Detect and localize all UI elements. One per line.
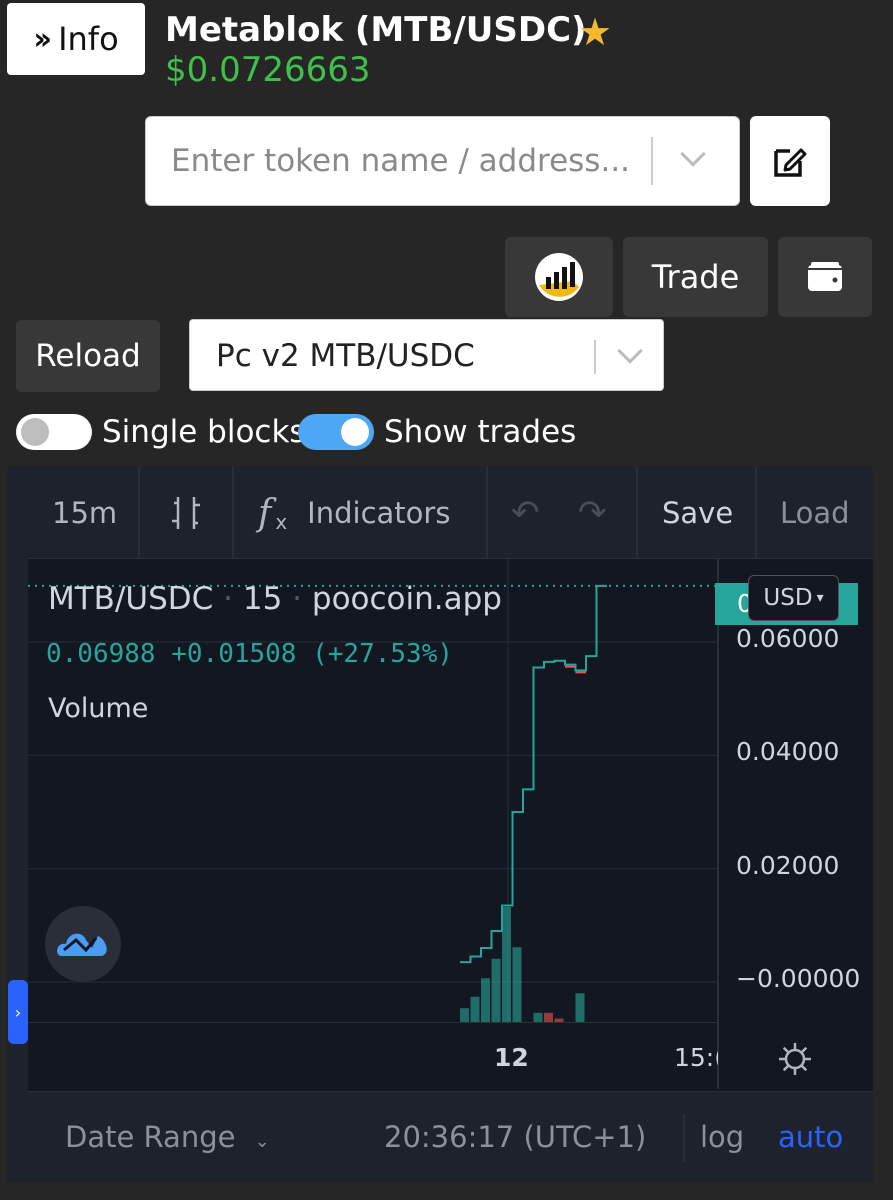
trading-chart[interactable]: 15m f x Indicators ↶ ↷ Save Load MTB/USD… bbox=[7, 467, 873, 1182]
chart-clock: 20:36:17 (UTC+1) bbox=[384, 1120, 647, 1154]
chart-bottom-bar: Date Range ⌄ 20:36:17 (UTC+1) log auto bbox=[28, 1091, 873, 1182]
volume-bar bbox=[470, 996, 480, 1022]
undo-icon[interactable]: ↶ bbox=[511, 467, 540, 559]
edit-icon bbox=[774, 148, 807, 177]
token-price: $0.0726663 bbox=[165, 50, 371, 90]
price-tick: 0.02000 bbox=[736, 851, 840, 880]
pair-select[interactable]: Pc v2 MTB/USDC bbox=[189, 319, 664, 391]
single-blocks-label: Single blocks bbox=[102, 414, 306, 450]
pair-select-value: Pc v2 MTB/USDC bbox=[216, 338, 475, 374]
settings-gear-icon[interactable] bbox=[775, 1039, 815, 1083]
time-tick: 15:( bbox=[674, 1043, 718, 1072]
legend-source: poocoin.app bbox=[311, 581, 502, 617]
time-axis: 12 15:( bbox=[28, 1022, 718, 1090]
volume-bar bbox=[491, 958, 501, 1022]
chevron-down-icon[interactable] bbox=[617, 338, 643, 364]
price-tick: 0.04000 bbox=[736, 737, 840, 766]
chevron-down-icon: ▾ bbox=[816, 590, 824, 606]
volume-bar bbox=[533, 1012, 543, 1022]
edit-button[interactable] bbox=[750, 116, 830, 206]
volume-legend: Volume bbox=[48, 693, 149, 724]
bottom-separator bbox=[683, 1114, 685, 1162]
chevron-down-icon[interactable] bbox=[680, 141, 706, 167]
double-chevron-right-icon: ›› bbox=[33, 21, 52, 57]
token-search-input[interactable] bbox=[146, 117, 646, 205]
wallet-icon bbox=[808, 262, 842, 291]
chart-plot-area[interactable]: MTB/USDC · 15 · poocoin.app 0.06988 +0.0… bbox=[28, 559, 873, 1089]
star-icon[interactable]: ★ bbox=[578, 10, 612, 54]
cloud-logo-icon bbox=[57, 933, 107, 956]
volume-bar bbox=[575, 993, 585, 1022]
show-trades-label: Show trades bbox=[384, 414, 577, 450]
bar-chart-logo-icon bbox=[535, 253, 583, 301]
wallet-button[interactable] bbox=[778, 237, 872, 317]
single-blocks-toggle[interactable] bbox=[16, 414, 92, 450]
info-label: Info bbox=[58, 20, 119, 58]
indicators-button[interactable]: f x Indicators bbox=[258, 467, 450, 559]
legend-change-pct: (+27.53%) bbox=[312, 639, 454, 669]
token-title: Metablok (MTB/USDC) bbox=[165, 10, 587, 50]
side-panel-handle[interactable]: › bbox=[8, 980, 28, 1044]
toolbar-separator bbox=[486, 467, 488, 559]
time-tick: 12 bbox=[494, 1043, 529, 1072]
indicators-label: Indicators bbox=[307, 496, 451, 530]
price-tick: 0.06000 bbox=[736, 624, 840, 653]
select-separator bbox=[594, 340, 596, 374]
function-icon: f bbox=[258, 492, 272, 534]
function-x-icon: x bbox=[275, 510, 288, 534]
select-separator bbox=[651, 137, 653, 185]
currency-label: USD bbox=[763, 585, 813, 611]
toolbar-separator bbox=[755, 467, 757, 559]
chart-legend-values: 0.06988 +0.01508 (+27.53%) bbox=[46, 639, 453, 669]
toggle-knob bbox=[21, 418, 49, 446]
reload-button[interactable]: Reload bbox=[16, 320, 160, 392]
toolbar-separator bbox=[138, 467, 140, 559]
log-scale-button[interactable]: log bbox=[700, 1120, 744, 1154]
chart-link-button[interactable] bbox=[505, 237, 613, 317]
date-range-label: Date Range bbox=[65, 1120, 236, 1154]
toggle-knob bbox=[341, 418, 369, 446]
interval-button[interactable]: 15m bbox=[52, 467, 117, 559]
candle-type-button[interactable] bbox=[166, 467, 206, 559]
price-tick: −0.00000 bbox=[736, 964, 861, 993]
save-button[interactable]: Save bbox=[662, 467, 733, 559]
tradingview-logo[interactable] bbox=[45, 906, 121, 982]
volume-bar bbox=[502, 907, 511, 1022]
load-button[interactable]: Load bbox=[780, 467, 850, 559]
auto-scale-button[interactable]: auto bbox=[778, 1120, 843, 1154]
volume-bar bbox=[512, 947, 522, 1022]
show-trades-toggle[interactable] bbox=[298, 414, 374, 450]
chevron-right-icon: › bbox=[14, 1002, 22, 1022]
toolbar-separator bbox=[636, 467, 638, 559]
currency-button[interactable]: USD ▾ bbox=[748, 575, 839, 621]
chart-left-strip bbox=[7, 467, 28, 1182]
token-search-box[interactable] bbox=[145, 116, 740, 206]
info-button[interactable]: ›› Info bbox=[7, 3, 145, 75]
date-range-button[interactable]: Date Range ⌄ bbox=[65, 1120, 270, 1154]
volume-bar bbox=[460, 1008, 469, 1022]
candlestick-icon bbox=[172, 497, 200, 529]
legend-interval: 15 bbox=[242, 581, 283, 617]
chevron-down-icon: ⌄ bbox=[254, 1131, 270, 1152]
volume-bar bbox=[544, 1012, 553, 1022]
volume-bar bbox=[481, 978, 490, 1022]
chart-toolbar: 15m f x Indicators ↶ ↷ Save Load bbox=[28, 467, 873, 559]
chart-legend-title: MTB/USDC · 15 · poocoin.app bbox=[48, 581, 502, 617]
legend-last: 0.06988 bbox=[46, 639, 156, 669]
redo-icon[interactable]: ↷ bbox=[578, 467, 607, 559]
legend-change: +0.01508 bbox=[171, 639, 297, 669]
legend-symbol: MTB/USDC bbox=[48, 581, 214, 617]
trade-button[interactable]: Trade bbox=[623, 237, 768, 317]
toolbar-separator bbox=[232, 467, 234, 559]
